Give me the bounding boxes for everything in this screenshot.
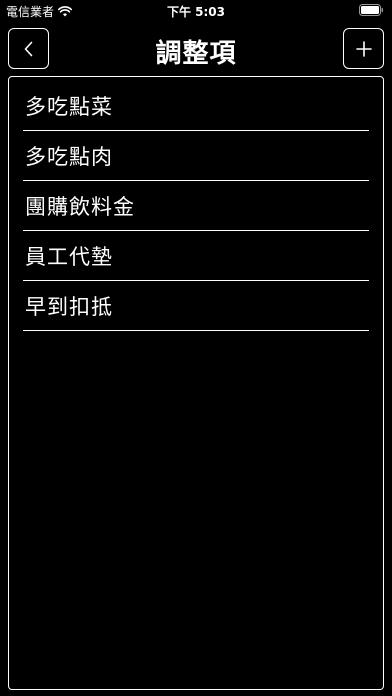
page-title: 調整項 [155,39,237,69]
list-item[interactable]: 團購飲料金 [23,181,369,231]
list-item[interactable]: 早到扣抵 [23,281,369,331]
screen: 電信業者 下午 5:03 調整項 多吃點菜 多吃點肉 團購飲料金 員工代墊 早到… [0,0,392,696]
list-item-label: 團購飲料金 [25,194,135,219]
status-time: 下午 5:03 [166,5,226,19]
list-item[interactable]: 多吃點菜 [23,81,369,131]
nav-bar: 調整項 [0,26,392,70]
list-item-label: 早到扣抵 [25,294,113,319]
plus-icon [355,40,372,57]
list-item[interactable]: 員工代墊 [23,231,369,281]
add-item-button[interactable] [343,28,384,69]
status-right [359,4,384,16]
list-item[interactable]: 多吃點肉 [23,131,369,181]
list-item-label: 多吃點菜 [25,94,113,119]
back-button[interactable] [8,28,49,69]
list-item-label: 員工代墊 [25,244,113,269]
adjustment-list: 多吃點菜 多吃點肉 團購飲料金 員工代墊 早到扣抵 [9,77,383,331]
adjustment-list-panel: 多吃點菜 多吃點肉 團購飲料金 員工代墊 早到扣抵 [8,76,384,690]
list-item-label: 多吃點肉 [25,144,113,169]
chevron-left-icon [24,41,32,56]
status-bar: 電信業者 下午 5:03 [0,0,392,20]
battery-icon [359,4,383,16]
